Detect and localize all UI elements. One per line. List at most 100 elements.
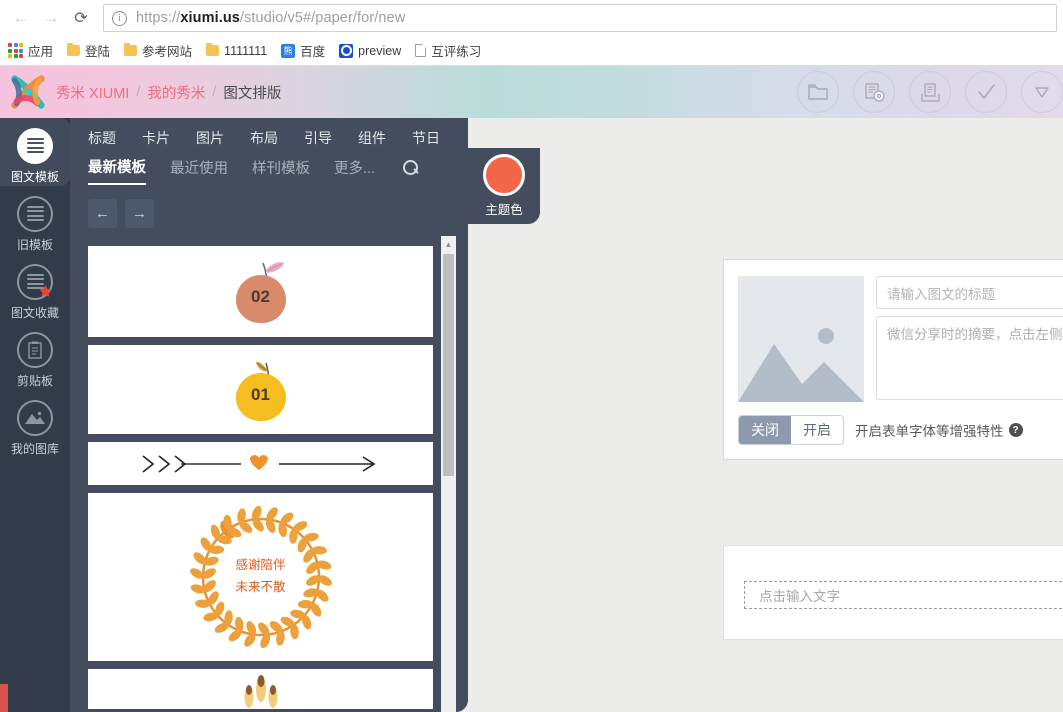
caret-up-icon[interactable]: ▲	[441, 236, 456, 252]
open-folder-button[interactable]	[797, 71, 839, 113]
pager-prev-button[interactable]: ←	[88, 199, 117, 228]
bookmark-baidu[interactable]: 熊 百度	[281, 41, 325, 60]
left-edge-accent	[0, 684, 8, 712]
wheat-graphic	[226, 675, 296, 709]
sidebar-item-label: 我的图库	[11, 440, 59, 457]
sidebar-item-jiantieban[interactable]: 剪贴板	[0, 322, 70, 390]
baidu-icon: 熊	[281, 44, 295, 58]
sidebar-item-label: 图文模板	[11, 168, 59, 185]
subtab-zuijin-shiyong[interactable]: 最近使用	[170, 157, 228, 184]
browser-back-button[interactable]: ←	[6, 3, 36, 33]
tab-buju[interactable]: 布局	[250, 128, 278, 148]
folder-icon	[807, 82, 829, 102]
app-header: 秀米 XIUMI / 我的秀米 / 图文排版	[0, 66, 1063, 118]
bookmark-label: preview	[358, 44, 401, 58]
tab-kapian[interactable]: 卡片	[142, 128, 170, 148]
left-sidebar: 图文模板 旧模板 图文收藏	[0, 118, 70, 712]
scrollbar-thumb[interactable]	[443, 254, 454, 476]
app-body: 图文模板 旧模板 图文收藏	[0, 118, 1063, 712]
sidebar-item-wode-tuku[interactable]: 我的图库	[0, 390, 70, 458]
breadcrumb-my-xiumi[interactable]: 我的秀米	[147, 82, 205, 103]
bookmark-denglu[interactable]: 登陆	[67, 41, 110, 60]
bookmark-hupinglianxi[interactable]: 互评练习	[415, 41, 481, 60]
sidebar-item-tuwen-moban[interactable]: 图文模板	[0, 118, 70, 186]
subtab-zuixin-moban[interactable]: 最新模板	[88, 156, 146, 185]
sidebar-item-label: 旧模板	[17, 236, 53, 253]
apps-grid-icon	[8, 43, 23, 58]
folder-icon	[124, 45, 137, 56]
breadcrumb: 秀米 XIUMI / 我的秀米 / 图文排版	[56, 82, 281, 103]
site-info-icon[interactable]: i	[112, 11, 127, 26]
save-as-button[interactable]	[853, 71, 895, 113]
header-actions	[797, 66, 1063, 118]
template-card[interactable]: 01	[88, 345, 433, 434]
toggle-on-option[interactable]: 开启	[791, 416, 843, 444]
template-card[interactable]	[88, 669, 433, 709]
template-list: 02 01	[88, 246, 433, 712]
page-icon	[415, 44, 426, 57]
sidebar-item-jiu-moban[interactable]: 旧模板	[0, 186, 70, 254]
folder-icon	[206, 45, 219, 56]
tab-zujian[interactable]: 组件	[358, 128, 386, 148]
apple-01-graphic: 01	[229, 359, 293, 421]
pager-next-button[interactable]: →	[125, 199, 154, 228]
bookmark-label: 参考网站	[142, 41, 192, 60]
cover-image-placeholder[interactable]	[738, 276, 864, 402]
preview-icon	[339, 44, 353, 58]
template-card[interactable]	[88, 442, 433, 485]
template-list-scrollbar[interactable]: ▲	[441, 236, 456, 712]
address-bar[interactable]: i https://xiumi.us/studio/v5#/paper/for/…	[103, 4, 1057, 32]
template-card[interactable]: 感谢陪伴 未来不散	[88, 493, 433, 661]
lines-icon	[17, 196, 53, 232]
bookmark-label: 百度	[300, 41, 325, 60]
sidebar-item-tuwen-shoucang[interactable]: 图文收藏	[0, 254, 70, 322]
tab-biaoti[interactable]: 标题	[88, 128, 116, 148]
lines-icon	[17, 128, 53, 164]
bookmark-label: 应用	[28, 41, 53, 60]
browser-reload-button[interactable]: ⟳	[66, 3, 96, 33]
template-panel: 标题 卡片 图片 布局 引导 组件 节日 最新模板 最近使用 样刊模板 更多..…	[70, 118, 468, 712]
question-circle-icon[interactable]: ?	[1009, 423, 1023, 437]
arrow-heart-divider-graphic	[131, 451, 391, 477]
xiumi-logo[interactable]	[0, 73, 56, 111]
xiumi-logo-icon	[9, 73, 47, 111]
bookmark-label: 1111111	[224, 44, 267, 58]
subtab-gengduo[interactable]: 更多...	[334, 157, 375, 184]
bookmark-1111111[interactable]: 1111111	[206, 44, 267, 58]
address-bar-url: https://xiumi.us/studio/v5#/paper/for/ne…	[136, 10, 405, 26]
template-subtabs: 最新模板 最近使用 样刊模板 更多... 主题色	[70, 148, 468, 185]
article-meta-card: 请输入图文的标题 微信分享时的摘要，点击左侧封面 关闭 开启 开启表单字体等增强…	[723, 259, 1063, 460]
search-icon[interactable]	[403, 160, 419, 176]
toggle-off-option[interactable]: 关闭	[739, 416, 791, 444]
tab-yindao[interactable]: 引导	[304, 128, 332, 148]
theme-color-button[interactable]: 主题色	[468, 148, 540, 224]
subtab-yangkan-moban[interactable]: 样刊模板	[252, 157, 310, 184]
tab-jieri[interactable]: 节日	[412, 128, 440, 148]
breadcrumb-current: 图文排版	[223, 82, 281, 103]
lines-star-icon	[17, 264, 53, 300]
breadcrumb-xiumi[interactable]: 秀米 XIUMI	[56, 82, 129, 103]
theme-color-swatch	[483, 154, 525, 196]
more-menu-button[interactable]	[1021, 71, 1063, 113]
apple-number: 02	[236, 287, 286, 307]
bookmark-preview[interactable]: preview	[339, 44, 401, 58]
confirm-button[interactable]	[965, 71, 1007, 113]
browser-forward-button[interactable]: →	[36, 3, 66, 33]
title-input[interactable]: 请输入图文的标题	[876, 276, 1063, 309]
bookmark-reference[interactable]: 参考网站	[124, 41, 192, 60]
content-editor-card[interactable]: 点击输入文字	[723, 545, 1063, 640]
template-card[interactable]: 02	[88, 246, 433, 337]
document-tray-icon	[920, 82, 941, 103]
template-category-tabs: 标题 卡片 图片 布局 引导 组件 节日	[70, 118, 468, 148]
apple-number: 01	[236, 385, 286, 405]
enhanced-features-toggle[interactable]: 关闭 开启	[738, 415, 844, 445]
image-placeholder-icon	[738, 322, 864, 402]
content-text-placeholder[interactable]: 点击输入文字	[744, 581, 1063, 609]
import-button[interactable]	[909, 71, 951, 113]
wreath-line-2: 未来不散	[185, 577, 337, 599]
clipboard-icon	[17, 332, 53, 368]
tab-tupian[interactable]: 图片	[196, 128, 224, 148]
summary-textarea[interactable]: 微信分享时的摘要，点击左侧封面	[876, 316, 1063, 400]
bookmark-apps[interactable]: 应用	[8, 41, 53, 60]
save-disc-icon	[863, 82, 886, 103]
